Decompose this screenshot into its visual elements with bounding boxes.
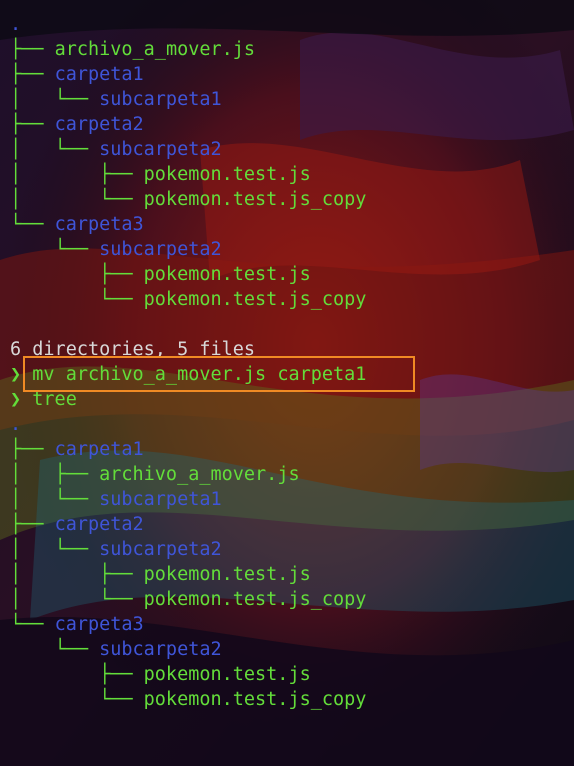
tree-entry: ├── pokemon.test.js [10, 262, 311, 287]
file-name: pokemon.test.js [143, 264, 311, 285]
highlight-box [23, 356, 415, 392]
tree-entry: │ └── subcarpeta1 [10, 87, 222, 112]
file-name: archivo_a_mover.js [54, 39, 256, 60]
tree-entry: └── pokemon.test.js_copy [10, 287, 366, 312]
directory-name: subcarpeta2 [99, 639, 222, 660]
file-name: pokemon.test.js_copy [143, 189, 367, 210]
tree-branch: │ └── [10, 189, 144, 210]
tree-branch: ├── [10, 664, 144, 685]
tree-entry: │ ├── pokemon.test.js [10, 162, 311, 187]
tree-branch: │ └── [10, 539, 100, 560]
tree-entry: │ └── subcarpeta2 [10, 137, 222, 162]
tree-branch: │ ├── [10, 564, 144, 585]
tree-branch: │ └── [10, 489, 100, 510]
tree-branch: ├── [10, 264, 144, 285]
tree-entry: ├── carpeta2 [10, 512, 144, 537]
file-name: pokemon.test.js_copy [143, 689, 367, 710]
tree-entry: └── carpeta3 [10, 612, 144, 637]
tree-branch: │ └── [10, 589, 144, 610]
file-name: pokemon.test.js_copy [143, 589, 367, 610]
tree-branch: ├── [10, 114, 55, 135]
tree-entry: │ ├── archivo_a_mover.js [10, 462, 300, 487]
tree-entry: │ ├── pokemon.test.js [10, 562, 311, 587]
file-name: pokemon.test.js [143, 664, 311, 685]
file-name: archivo_a_mover.js [99, 464, 300, 485]
tree-branch: └── [10, 639, 100, 660]
tree-entry: ├── carpeta2 [10, 112, 144, 137]
file-name: pokemon.test.js_copy [143, 289, 367, 310]
tree-branch: └── [10, 689, 144, 710]
tree-entry: └── carpeta3 [10, 212, 144, 237]
tree-branch: ├── [10, 439, 55, 460]
file-name: pokemon.test.js [143, 164, 311, 185]
tree-branch: │ ├── [10, 164, 144, 185]
tree-entry: └── pokemon.test.js_copy [10, 687, 366, 712]
tree-entry: └── subcarpeta2 [10, 237, 222, 262]
directory-name: carpeta2 [54, 514, 144, 535]
tree-root: . [10, 12, 21, 37]
prompt-icon: ❯ [10, 364, 22, 385]
tree-branch: │ ├── [10, 464, 100, 485]
command-text: tree [32, 389, 77, 410]
tree-branch: │ └── [10, 89, 100, 110]
directory-name: subcarpeta1 [99, 89, 222, 110]
blank [10, 314, 21, 335]
tree-branch: └── [10, 239, 100, 260]
tree-branch: │ └── [10, 139, 100, 160]
tree-entry: │ └── pokemon.test.js_copy [10, 587, 366, 612]
directory-name: subcarpeta2 [99, 139, 222, 160]
directory-name: subcarpeta1 [99, 489, 222, 510]
tree-entry: └── subcarpeta2 [10, 637, 222, 662]
tree-branch: └── [10, 214, 55, 235]
tree-entry: │ └── pokemon.test.js_copy [10, 187, 366, 212]
directory-name: subcarpeta2 [99, 239, 222, 260]
prompt-icon: ❯ [10, 389, 22, 410]
tree-entry: ├── carpeta1 [10, 437, 144, 462]
tree-branch: └── [10, 614, 55, 635]
tree-entry: ├── pokemon.test.js [10, 662, 311, 687]
tree-entry: ├── carpeta1 [10, 62, 144, 87]
tree-entry: ├── archivo_a_mover.js [10, 37, 255, 62]
directory-name: carpeta3 [54, 614, 144, 635]
tree-root-dot: . [10, 14, 22, 35]
file-name: pokemon.test.js [143, 564, 311, 585]
directory-name: subcarpeta2 [99, 539, 222, 560]
tree-root-dot: . [10, 414, 22, 435]
blank-line [10, 312, 21, 337]
tree-entry: │ └── subcarpeta1 [10, 487, 222, 512]
directory-name: carpeta1 [54, 439, 144, 460]
tree-root: . [10, 412, 21, 437]
directory-name: carpeta2 [54, 114, 144, 135]
tree-branch: ├── [10, 514, 55, 535]
tree-branch: ├── [10, 64, 55, 85]
directory-name: carpeta3 [54, 214, 144, 235]
tree-entry: │ └── subcarpeta2 [10, 537, 222, 562]
tree-branch: ├── [10, 39, 55, 60]
tree-branch: └── [10, 289, 144, 310]
directory-name: carpeta1 [54, 64, 144, 85]
